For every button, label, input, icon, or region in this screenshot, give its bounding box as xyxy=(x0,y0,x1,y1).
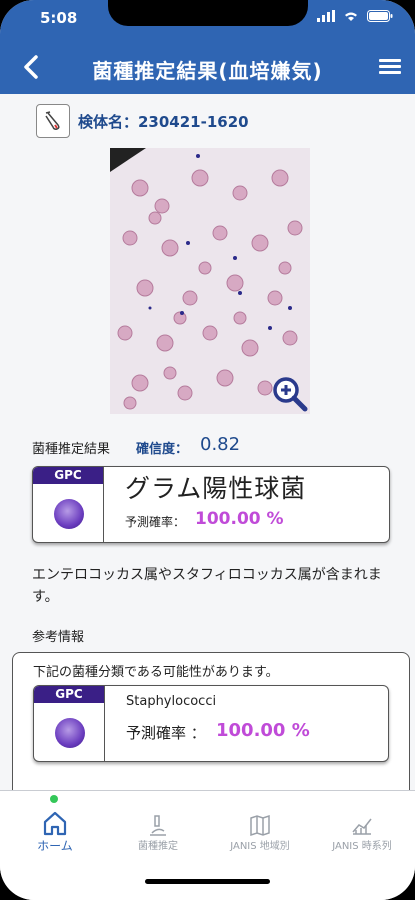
result-heading: 菌種推定結果 xyxy=(32,442,111,457)
tab-label-region: JANIS 地域別 xyxy=(230,841,290,852)
microscope-icon xyxy=(150,815,166,836)
signal-icon xyxy=(317,10,335,22)
menu-icon-bar xyxy=(379,71,401,74)
microscope-image[interactable] xyxy=(110,148,310,414)
zoom-in-icon xyxy=(273,377,308,412)
reference-probability-label: 予測確率 ： xyxy=(126,724,206,742)
phone-screen: 5:08 菌種推定結果(血培嫌気) 検体名：230421-1620 菌種推定結果… xyxy=(0,0,415,900)
specimen-name: 検体名：230421-1620 xyxy=(78,112,249,131)
coccus-icon xyxy=(54,499,84,529)
reference-title: 参考情報 xyxy=(32,630,85,645)
notch xyxy=(108,0,308,26)
prediction-card[interactable]: GPC グラム陽性球菌 予測確率： 100.00 % xyxy=(32,466,390,543)
tab-bar: ホーム 菌種推定 JANIS 地域別 JANIS 時系列 xyxy=(0,790,415,900)
probability-label: 予測確率： xyxy=(125,515,186,529)
result-description: エンテロコッカス属やスタフィロコッカス属が含まれます。 xyxy=(32,567,382,605)
map-icon xyxy=(250,814,270,837)
page-title: 菌種推定結果(血培嫌気) xyxy=(92,59,323,83)
species-name: グラム陽性球菌 xyxy=(125,474,307,503)
gram-badge: GPC xyxy=(34,686,105,761)
navigation-bar: 菌種推定結果(血培嫌気) xyxy=(0,42,415,94)
reference-card[interactable]: GPC Staphylococci 予測確率 ： 100.00 % xyxy=(33,685,389,762)
menu-icon-bar xyxy=(379,65,401,68)
reference-probability-value: 100.00 % xyxy=(216,720,310,741)
specimen-row: 検体名：230421-1620 xyxy=(36,104,249,138)
zoom-in-button[interactable] xyxy=(270,374,310,414)
tab-label-species: 菌種推定 xyxy=(138,841,178,852)
tab-label-home: ホーム xyxy=(37,839,73,853)
menu-button[interactable] xyxy=(379,56,401,78)
status-bar: 5:08 xyxy=(0,0,415,42)
wifi-icon xyxy=(345,12,357,21)
chart-icon xyxy=(352,818,372,835)
tab-janis-region[interactable]: JANIS 地域別 xyxy=(210,801,310,852)
gram-badge: GPC xyxy=(33,467,104,542)
tab-janis-timeseries[interactable]: JANIS 時系列 xyxy=(312,801,412,852)
battery-icon xyxy=(367,10,393,22)
tab-species-estimation[interactable]: 菌種推定 xyxy=(108,801,208,852)
confidence-value: 0.82 xyxy=(200,434,241,455)
result-content[interactable]: 検体名：230421-1620 菌種推定結果 確信度： 0.82 GPC グラム… xyxy=(0,94,415,804)
test-tube-button[interactable] xyxy=(36,104,70,138)
gram-badge-label: GPC xyxy=(33,467,103,484)
reference-species: Staphylococci xyxy=(126,694,217,709)
test-tube-icon xyxy=(45,111,60,130)
system-icons xyxy=(317,10,393,22)
probability-value: 100.00 % xyxy=(195,509,284,529)
gram-badge-label: GPC xyxy=(34,686,104,703)
tab-label-timeseries: JANIS 時系列 xyxy=(332,841,392,852)
coccus-icon xyxy=(55,718,85,748)
home-icon xyxy=(43,811,67,836)
reference-intro: 下記の菌種分類である可能性があります。 xyxy=(33,665,279,680)
menu-icon-bar xyxy=(379,59,401,62)
status-time: 5:08 xyxy=(40,9,78,27)
reference-panel: 下記の菌種分類である可能性があります。 GPC Staphylococci 予測… xyxy=(12,652,410,804)
confidence-label: 確信度： xyxy=(136,442,189,457)
home-indicator[interactable] xyxy=(145,879,270,884)
tab-home[interactable]: ホーム xyxy=(5,801,105,854)
